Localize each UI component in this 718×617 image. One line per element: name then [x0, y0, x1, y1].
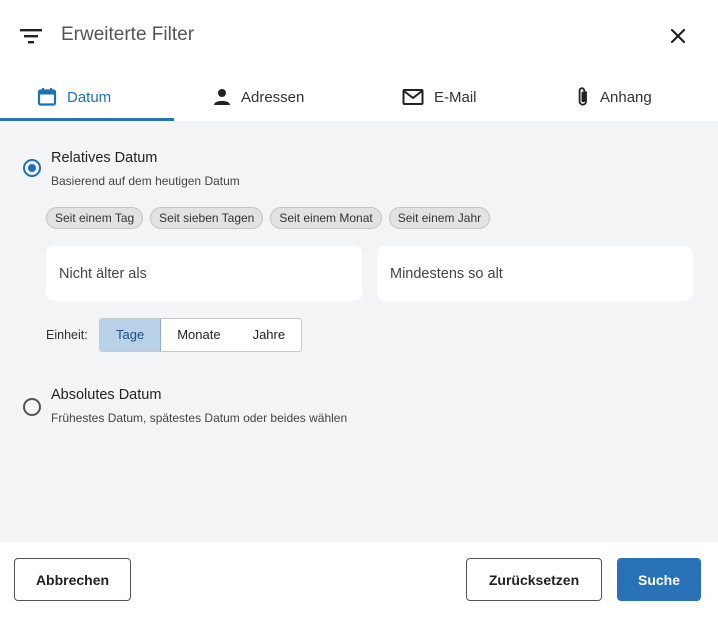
not-older-than-field[interactable]: Nicht älter als: [46, 246, 362, 301]
filter-icon: [20, 29, 42, 44]
advanced-filter-dialog: Erweiterte Filter Datum Adressen E-Mail …: [0, 0, 718, 617]
tab-bar: Datum Adressen E-Mail Anhang: [0, 72, 718, 122]
tab-email[interactable]: E-Mail: [402, 72, 477, 122]
absolute-date-subtitle: Frühestes Datum, spätestes Datum oder be…: [51, 411, 348, 425]
absolute-date-title: Absolutes Datum: [51, 387, 162, 403]
tab-label-email: E-Mail: [434, 88, 477, 106]
relative-date-subtitle: Basierend auf dem heutigen Datum: [51, 174, 240, 188]
chip-seven-days[interactable]: Seit sieben Tagen: [150, 207, 264, 229]
dialog-title: Erweiterte Filter: [61, 24, 195, 45]
tab-adressen[interactable]: Adressen: [213, 72, 304, 122]
dialog-footer: Abbrechen Zurücksetzen Suche: [0, 542, 718, 617]
tab-label-adressen: Adressen: [241, 88, 305, 106]
tab-datum[interactable]: Datum: [37, 72, 111, 122]
close-icon[interactable]: [666, 24, 690, 48]
cancel-button[interactable]: Abbrechen: [14, 558, 131, 601]
relative-date-radio[interactable]: [23, 159, 41, 177]
min-age-field[interactable]: Mindestens so alt: [377, 246, 693, 301]
chip-one-day[interactable]: Seit einem Tag: [46, 207, 144, 229]
unit-option-tage[interactable]: Tage: [100, 319, 162, 351]
person-icon: [214, 89, 230, 105]
unit-label: Einheit:: [46, 328, 88, 342]
unit-selector: Tage Monate Jahre: [99, 318, 303, 352]
tab-label-anhang: Anhang: [600, 88, 652, 106]
search-button[interactable]: Suche: [617, 558, 701, 601]
unit-option-monate[interactable]: Monate: [161, 319, 236, 351]
tab-anhang[interactable]: Anhang: [576, 72, 652, 122]
calendar-icon: [37, 88, 57, 106]
envelope-icon: [402, 89, 424, 105]
paperclip-icon: [578, 87, 587, 106]
chip-one-month[interactable]: Seit einem Monat: [270, 207, 382, 229]
tab-content-datum: Relatives Datum Basierend auf dem heutig…: [0, 121, 718, 542]
absolute-date-radio[interactable]: [23, 398, 41, 416]
unit-option-jahre[interactable]: Jahre: [237, 319, 302, 351]
relative-date-title: Relatives Datum: [51, 150, 158, 166]
quick-range-chips: Seit einem Tag Seit sieben Tagen Seit ei…: [46, 207, 491, 229]
dialog-header: Erweiterte Filter: [0, 0, 718, 72]
reset-button[interactable]: Zurücksetzen: [466, 558, 602, 601]
chip-one-year[interactable]: Seit einem Jahr: [388, 207, 491, 229]
tab-label-datum: Datum: [67, 88, 112, 106]
